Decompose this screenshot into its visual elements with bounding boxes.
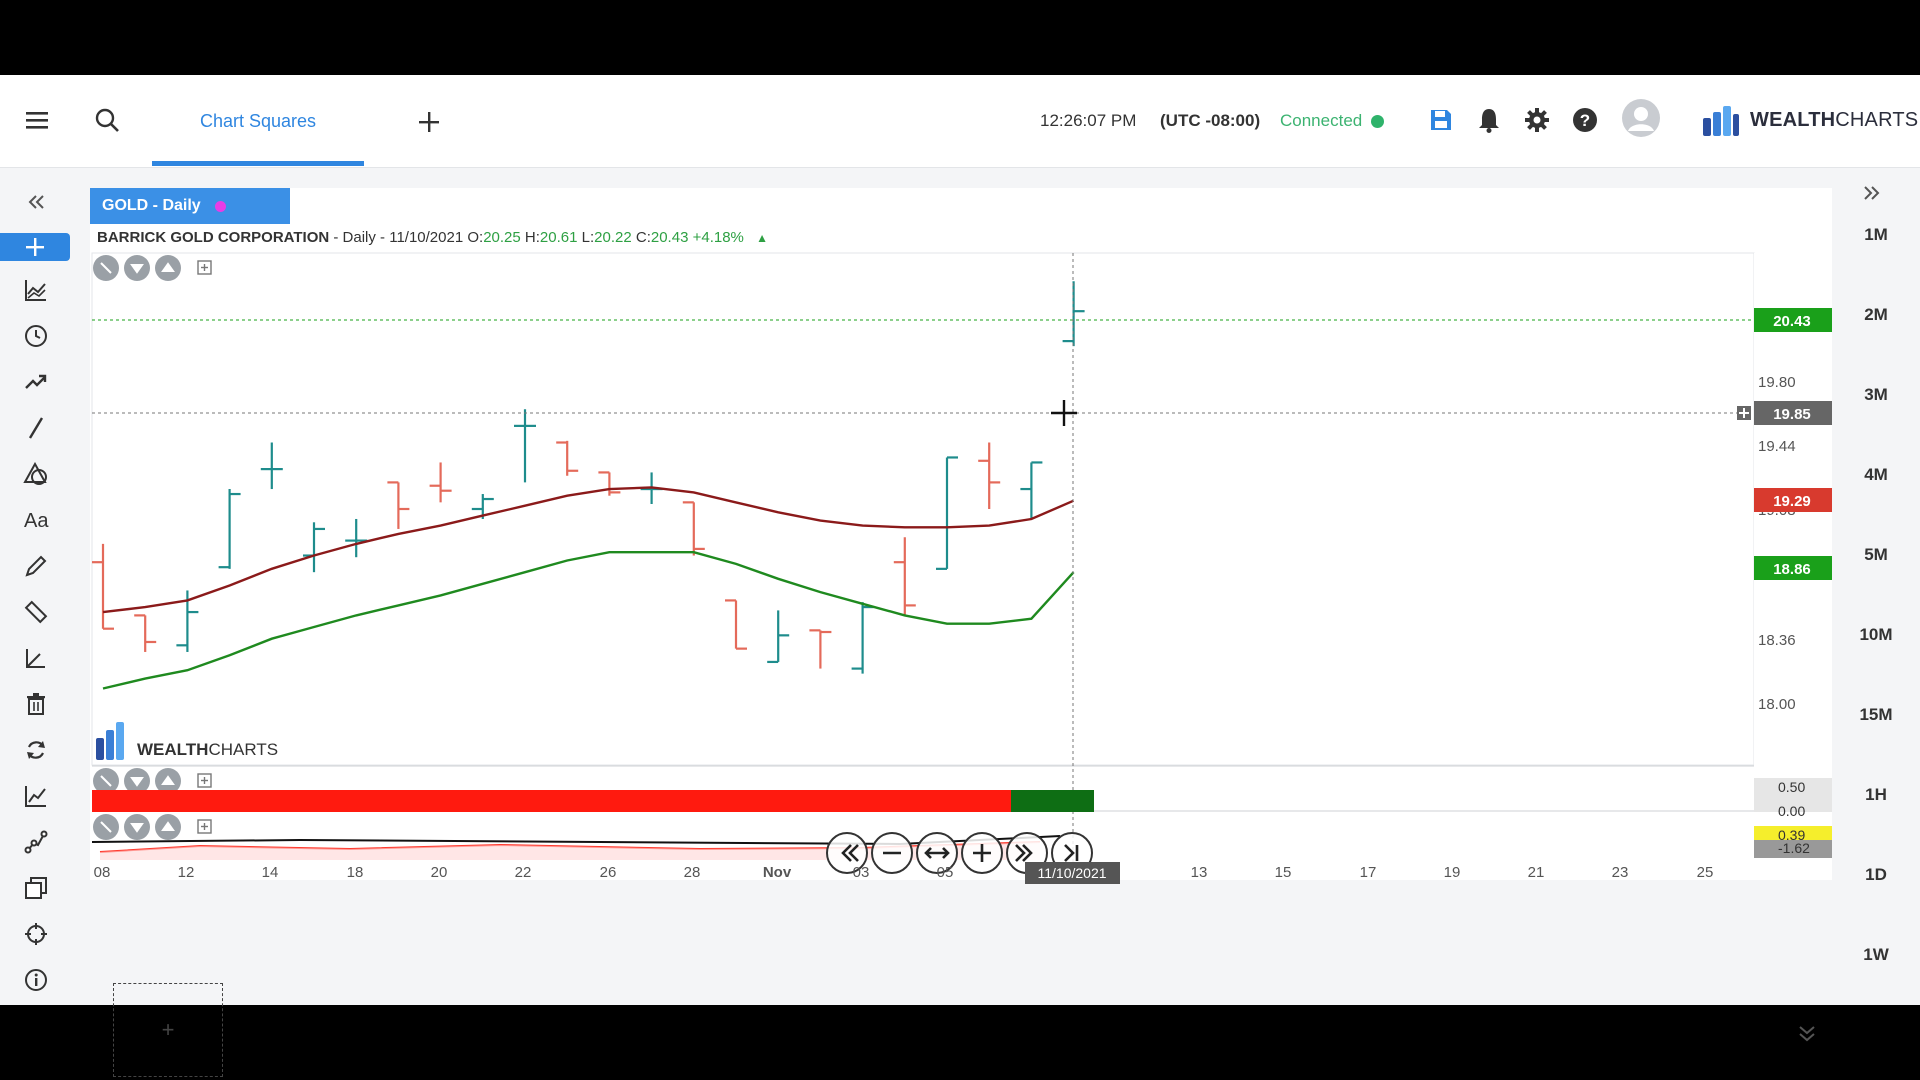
- open-value: 20.25: [483, 229, 521, 246]
- timeframe-10m[interactable]: 10M: [1832, 625, 1920, 645]
- company-name: BARRICK GOLD CORPORATION: [97, 229, 330, 246]
- pencil-tool-icon[interactable]: [14, 549, 58, 583]
- bell-icon[interactable]: [1472, 103, 1506, 137]
- layers-icon[interactable]: [14, 871, 58, 905]
- help-icon[interactable]: ?: [1568, 103, 1602, 137]
- clock-time: 12:26:07 PM: [1040, 111, 1137, 130]
- info-icon[interactable]: [14, 963, 58, 997]
- connection-status: Connected: [1280, 111, 1363, 130]
- gear-icon[interactable]: [1520, 103, 1554, 137]
- timeframe-selector: 1M 2M 3M 4M 5M 10M 15M 1H 1D 1W: [1832, 185, 1920, 1005]
- low-label: L:: [581, 229, 595, 246]
- angle-tool-icon[interactable]: [14, 641, 58, 675]
- top-bar: Chart Squares 12:26:07 PM (UTC -08:00) C…: [0, 75, 1920, 168]
- brand-name: WEALTHCHARTS: [1750, 109, 1918, 132]
- high-label: H:: [524, 229, 540, 246]
- timeframe-15m[interactable]: 15M: [1832, 705, 1920, 725]
- trend-tool-icon[interactable]: [14, 365, 58, 399]
- refresh-icon[interactable]: [14, 733, 58, 767]
- line-tool-icon[interactable]: [14, 411, 58, 445]
- active-tab-indicator: [152, 161, 364, 166]
- ruler-tool-icon[interactable]: [14, 595, 58, 629]
- timeframe-1d[interactable]: 1D: [1832, 865, 1920, 885]
- svg-text:?: ?: [1580, 111, 1590, 130]
- chart-title-row: BARRICK GOLD CORPORATION - Daily - 11/10…: [97, 229, 768, 246]
- chart-panel: [90, 188, 1832, 880]
- tab-chart-squares[interactable]: Chart Squares: [152, 75, 364, 167]
- target-icon[interactable]: [14, 917, 58, 951]
- chart-meta: - Daily - 11/10/2021: [329, 229, 464, 246]
- collapse-down-icon[interactable]: [1796, 1023, 1824, 1049]
- connection-dot: [1371, 115, 1384, 128]
- timeframe-3m[interactable]: 3M: [1832, 385, 1920, 405]
- clock-tool-icon[interactable]: [14, 319, 58, 353]
- brand-light: CHARTS: [1835, 109, 1919, 131]
- search-icon[interactable]: [90, 103, 124, 137]
- open-label: O:: [467, 229, 484, 246]
- indicator-tool-icon[interactable]: [14, 273, 58, 307]
- add-panel-button[interactable]: +: [113, 983, 223, 1077]
- trash-icon[interactable]: [14, 687, 58, 721]
- panel-color-dot: [214, 200, 226, 212]
- change-percent: +4.18%: [692, 229, 744, 246]
- close-label: C:: [635, 229, 651, 246]
- chart-panel-tab[interactable]: GOLD - Daily: [90, 188, 290, 224]
- add-panel-label: +: [161, 1017, 175, 1042]
- save-icon[interactable]: [1424, 103, 1458, 137]
- svg-text:Aa: Aa: [24, 510, 49, 531]
- hamburger-menu-icon[interactable]: [20, 103, 54, 137]
- tab-label: Chart Squares: [199, 110, 317, 131]
- add-tab-icon[interactable]: [412, 105, 446, 139]
- line-chart-icon[interactable]: [14, 779, 58, 813]
- timeframe-1w[interactable]: 1W: [1832, 945, 1920, 965]
- timeframe-1m[interactable]: 1M: [1832, 225, 1920, 245]
- collapse-left-icon[interactable]: [14, 185, 58, 219]
- timeframe-5m[interactable]: 5M: [1832, 545, 1920, 565]
- timeframe-1h[interactable]: 1H: [1832, 785, 1920, 805]
- timeframe-4m[interactable]: 4M: [1832, 465, 1920, 485]
- shapes-tool-icon[interactable]: [14, 457, 58, 491]
- user-avatar-icon[interactable]: [1620, 97, 1662, 139]
- low-value: 20.22: [594, 229, 632, 246]
- text-tool-icon[interactable]: Aa: [14, 503, 58, 537]
- up-arrow-icon: ▲: [756, 231, 768, 245]
- collapse-right-icon[interactable]: [1862, 185, 1890, 213]
- panel-tab-label: GOLD - Daily: [102, 197, 201, 214]
- close-value: 20.43: [650, 229, 689, 246]
- nodes-tool-icon[interactable]: [14, 825, 58, 859]
- wealthcharts-logo-icon: [1700, 103, 1742, 139]
- drawing-toolbar: Aa: [0, 185, 72, 1005]
- brand-bold: WEALTH: [1750, 109, 1836, 131]
- timeframe-2m[interactable]: 2M: [1832, 305, 1920, 325]
- high-value: 20.61: [539, 229, 578, 246]
- crosshair-tool-icon[interactable]: [0, 233, 70, 261]
- timezone-label: (UTC -08:00): [1160, 111, 1261, 130]
